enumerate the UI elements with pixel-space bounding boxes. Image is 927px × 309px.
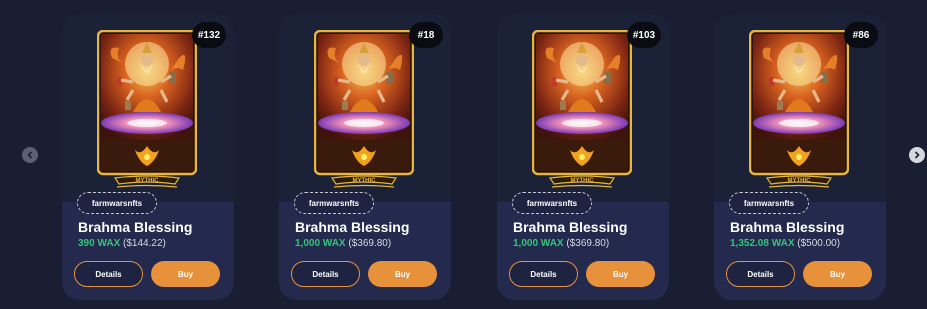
price-wax: 390 WAX [78,238,121,249]
details-button[interactable]: Details [726,261,795,287]
price-usd: ($144.22) [123,238,166,249]
price-usd: ($369.80) [566,238,610,249]
nft-artwork-image[interactable]: MYTHIC [749,30,849,191]
nft-name: Brahma Blessing [730,219,845,235]
price-wax: 1,000 WAX [295,238,346,249]
nft-card-2[interactable]: MYTHIC #18 farmwarsnfts Brahma Blessing … [279,14,451,300]
mint-number-badge: #103 [627,22,661,48]
price-wax: 1,352.08 WAX [730,238,795,249]
nft-name: Brahma Blessing [513,219,628,235]
nft-artwork-image[interactable]: MYTHIC [97,30,197,191]
carousel-prev-button[interactable] [22,147,38,163]
collection-tag[interactable]: farmwarsnfts [729,192,809,214]
buy-button[interactable]: Buy [803,261,872,287]
mint-number-badge: #18 [409,22,443,48]
buy-button[interactable]: Buy [368,261,437,287]
nft-name: Brahma Blessing [295,219,410,235]
collection-tag[interactable]: farmwarsnfts [512,192,592,214]
rarity-label: MYTHIC [136,178,160,184]
nft-name: Brahma Blessing [78,219,193,235]
rarity-label: MYTHIC [571,178,595,184]
price-wax: 1,000 WAX [513,238,564,249]
price: 390 WAX ($144.22) [78,238,166,249]
details-button[interactable]: Details [509,261,578,287]
nft-artwork-image[interactable]: MYTHIC [532,30,632,191]
rarity-label: MYTHIC [353,178,377,184]
nft-card-1[interactable]: MYTHIC #132 farmwarsnfts Brahma Blessing… [62,14,234,300]
price: 1,000 WAX ($369.80) [295,238,391,249]
buy-button[interactable]: Buy [151,261,220,287]
chevron-left-icon [27,151,33,159]
nft-card-4[interactable]: MYTHIC #86 farmwarsnfts Brahma Blessing … [714,14,886,300]
price-usd: ($500.00) [797,238,841,249]
chevron-right-icon [914,151,920,159]
collection-tag[interactable]: farmwarsnfts [77,192,157,214]
rarity-label: MYTHIC [788,178,812,184]
nft-artwork-image[interactable]: MYTHIC [314,30,414,191]
price: 1,352.08 WAX ($500.00) [730,238,840,249]
price-usd: ($369.80) [348,238,392,249]
carousel-next-button[interactable] [909,147,925,163]
price: 1,000 WAX ($369.80) [513,238,609,249]
mint-number-badge: #132 [192,22,226,48]
details-button[interactable]: Details [291,261,360,287]
mint-number-badge: #86 [844,22,878,48]
nft-card-3[interactable]: MYTHIC #103 farmwarsnfts Brahma Blessing… [497,14,669,300]
collection-tag[interactable]: farmwarsnfts [294,192,374,214]
details-button[interactable]: Details [74,261,143,287]
buy-button[interactable]: Buy [586,261,655,287]
